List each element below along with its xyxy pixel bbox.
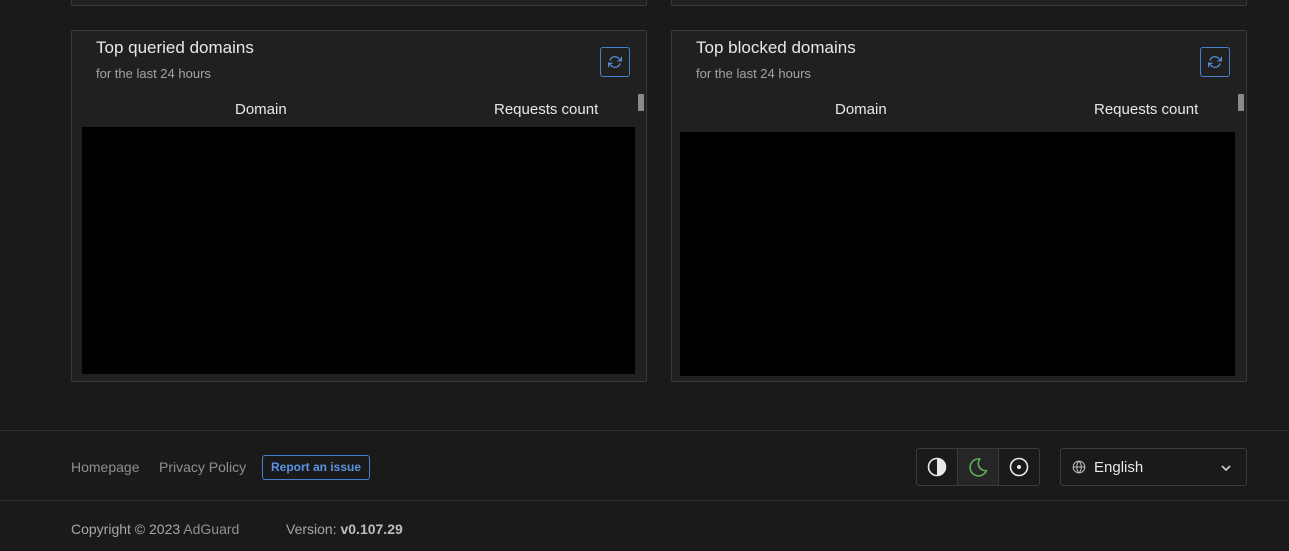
version-value: v0.107.29: [340, 521, 403, 537]
column-header-requests-count[interactable]: Requests count: [494, 101, 598, 118]
top-queried-domains-card: Top queried domains for the last 24 hour…: [71, 30, 647, 382]
refresh-icon: [1208, 56, 1222, 68]
moon-icon: [969, 458, 988, 477]
refresh-icon: [608, 56, 622, 68]
globe-icon: [1072, 460, 1086, 474]
version-label: Version:: [286, 521, 337, 537]
card-subtitle: for the last 24 hours: [696, 66, 811, 81]
column-header-domain[interactable]: Domain: [235, 101, 287, 118]
previous-card-right: [671, 0, 1247, 6]
column-header-domain[interactable]: Domain: [835, 101, 887, 118]
version: Version: v0.107.29: [286, 521, 403, 537]
top-blocked-domains-card: Top blocked domains for the last 24 hour…: [671, 30, 1247, 382]
homepage-link[interactable]: Homepage: [71, 459, 140, 475]
theme-auto-button[interactable]: [917, 449, 958, 485]
column-header-requests-count[interactable]: Requests count: [1094, 101, 1198, 118]
privacy-policy-link[interactable]: Privacy Policy: [159, 459, 246, 475]
card-subtitle: for the last 24 hours: [96, 66, 211, 81]
theme-switcher: [916, 448, 1040, 486]
scrollbar-thumb[interactable]: [638, 94, 644, 111]
previous-card-left: [71, 0, 647, 6]
footer-nav: Homepage Privacy Policy Report an issue: [0, 430, 1289, 501]
language-select[interactable]: English: [1060, 448, 1247, 486]
theme-light-button[interactable]: [999, 449, 1039, 485]
card-title: Top blocked domains: [696, 38, 856, 57]
language-value: English: [1094, 459, 1144, 476]
report-issue-button[interactable]: Report an issue: [262, 455, 371, 480]
table-body: [680, 132, 1235, 376]
theme-dark-button[interactable]: [958, 449, 999, 485]
circle-dot-icon: [1009, 457, 1029, 477]
contrast-icon: [927, 457, 947, 477]
refresh-button[interactable]: [1200, 47, 1230, 77]
chevron-down-icon: [1221, 465, 1231, 472]
adguard-link[interactable]: AdGuard: [183, 521, 239, 537]
copyright: Copyright © 2023 AdGuard: [71, 521, 239, 537]
table-body: [82, 127, 635, 374]
scrollbar-thumb[interactable]: [1238, 94, 1244, 111]
copyright-text: Copyright © 2023: [71, 521, 181, 537]
card-title: Top queried domains: [96, 38, 254, 57]
refresh-button[interactable]: [600, 47, 630, 77]
